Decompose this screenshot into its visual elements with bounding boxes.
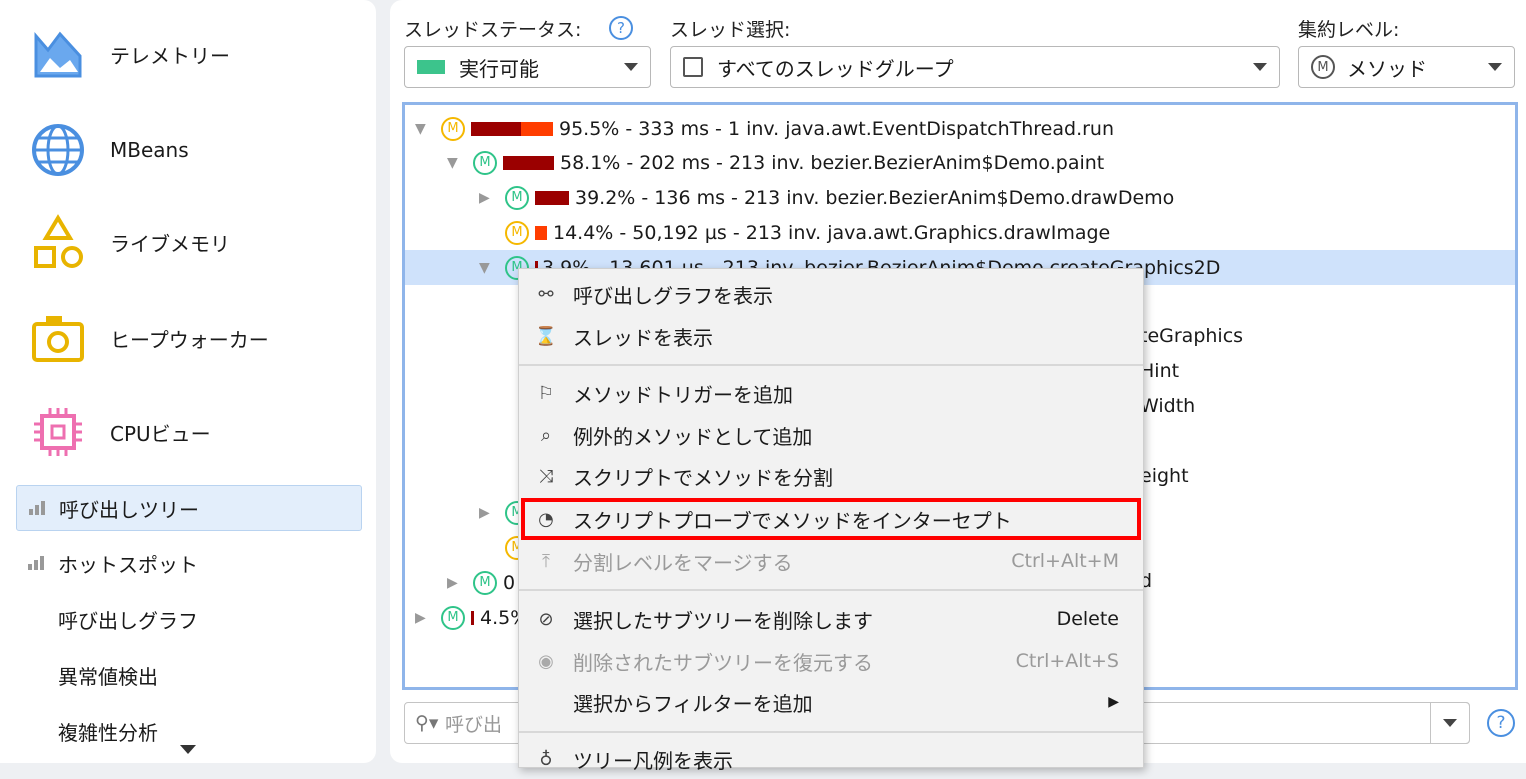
menu-add-exceptional-method[interactable]: ⌕ 例外的メソッドとして追加 (519, 415, 1143, 455)
collapsed-icon[interactable]: ▶ (479, 190, 493, 206)
collapsed-icon[interactable]: ▶ (415, 610, 429, 626)
flag-icon: ⚐ (537, 382, 555, 404)
tree-row[interactable]: ▼ M 95.5% - 333 ms - 1 inv. java.awt.Event… (405, 111, 1515, 146)
tree-row-fragment: Hint (1140, 360, 1180, 382)
method-icon: M (1311, 55, 1335, 79)
bar-chart-icon (29, 501, 45, 515)
search-history-button[interactable] (1430, 702, 1470, 744)
merge-icon: ⤒ (542, 550, 550, 572)
tree-row-fragment: teGraphics (1140, 325, 1244, 347)
status-color-swatch (417, 60, 445, 74)
method-icon: M (473, 150, 497, 175)
thread-group-icon (683, 57, 703, 77)
method-icon: M (473, 570, 497, 595)
collapsed-icon[interactable]: ▶ (479, 505, 493, 521)
expanded-icon[interactable]: ▼ (479, 260, 493, 276)
thread-status-select[interactable]: 実行可能 (404, 46, 651, 88)
sub-hot-spots[interactable]: ホットスポット (16, 540, 362, 586)
sidebar: テレメトリー MBeans ライブメモリ ヒープウォーカー CPUビュー 呼び出… (0, 0, 376, 763)
menu-remove-subtree[interactable]: ⊘ 選択したサブツリーを削除します Delete (519, 599, 1143, 639)
collapsed-icon[interactable]: ▶ (447, 575, 461, 591)
menu-intercept-script-probe[interactable]: ◔ スクリプトプローブでメソッドをインターセプト (521, 498, 1141, 540)
help-icon[interactable]: ? (1487, 709, 1515, 737)
menu-show-tree-legend[interactable]: ♁ ツリー凡例を表示 (519, 739, 1143, 779)
nav-cpu-views[interactable]: CPUビュー (30, 404, 211, 460)
tree-row-fragment: eight (1140, 465, 1189, 487)
method-icon: M (441, 116, 465, 141)
shapes-icon (34, 214, 83, 268)
nav-telemetry[interactable]: テレメトリー (30, 26, 230, 82)
menu-show-call-graph[interactable]: ⚯ 呼び出しグラフを表示 (519, 274, 1143, 314)
thread-selection-select[interactable]: すべてのスレッドグループ (670, 46, 1280, 88)
nav-mbeans[interactable]: MBeans (30, 122, 189, 178)
menu-split-method-script[interactable]: ⤨ スクリプトでメソッドを分割 (519, 456, 1143, 496)
menu-add-method-trigger[interactable]: ⚐ メソッドトリガーを追加 (519, 373, 1143, 413)
tree-row[interactable]: M 14.4% - 50,192 µs - 213 inv. java.awt.G… (405, 215, 1515, 250)
expanded-icon[interactable]: ▼ (447, 155, 461, 171)
chevron-down-icon (1488, 63, 1502, 71)
camera-icon (32, 316, 84, 362)
method-icon: M (441, 605, 465, 630)
thread-spool-icon: ⌛ (534, 325, 558, 347)
legend-icon: ♁ (539, 748, 553, 770)
search-icon: ⚲▾ (415, 712, 439, 734)
eye-icon: ◉ (538, 650, 554, 672)
sub-outlier-detection[interactable]: 異常値検出 (16, 652, 362, 698)
chip-icon (34, 408, 82, 456)
aggregation-select[interactable]: M メソッド (1298, 46, 1515, 88)
split-icon: ⤨ (538, 465, 554, 487)
chevron-down-icon (1253, 63, 1267, 71)
gauge-icon: ◔ (538, 508, 554, 530)
menu-merge-split-levels[interactable]: ⤒ 分割レベルをマージする Ctrl+Alt+M (519, 541, 1143, 581)
chevron-down-icon (624, 63, 638, 71)
tree-row[interactable]: ▼ M 58.1% - 202 ms - 213 inv. bezier.Bezie… (405, 145, 1515, 180)
help-icon[interactable]: ? (609, 16, 633, 40)
focus-search-icon: ⌕ (540, 424, 552, 446)
menu-restore-subtrees[interactable]: ◉ 削除されたサブツリーを復元する Ctrl+Alt+S (519, 641, 1143, 681)
eye-off-icon: ⊘ (538, 608, 554, 630)
nav-live-memory[interactable]: ライブメモリ (30, 214, 230, 270)
sub-call-graph[interactable]: 呼び出しグラフ (16, 596, 362, 642)
context-menu: ⚯ 呼び出しグラフを表示 ⌛ スレッドを表示 ⚐ メソッドトリガーを追加 ⌕ 例外的メソ… (518, 268, 1144, 773)
graph-icon: ⚯ (538, 283, 554, 305)
scroll-down-icon[interactable] (180, 745, 196, 754)
tree-row-fragment: Width (1140, 395, 1196, 417)
chevron-down-icon (1443, 719, 1457, 727)
method-icon: M (505, 185, 529, 210)
submenu-arrow-icon: ▶ (1108, 694, 1119, 710)
telemetry-icon (34, 31, 82, 78)
thread-selection-label: スレッド選択: (670, 19, 791, 41)
method-icon: M (505, 220, 529, 245)
sub-call-tree[interactable]: 呼び出しツリー (16, 485, 362, 531)
expanded-icon[interactable]: ▼ (415, 121, 429, 137)
menu-show-thread[interactable]: ⌛ スレッドを表示 (519, 316, 1143, 356)
globe-icon (32, 124, 84, 176)
tree-row[interactable]: ▶ M 39.2% - 136 ms - 213 inv. bezier.Bezie… (405, 180, 1515, 215)
bar-chart-icon (28, 556, 44, 570)
thread-status-label: スレッドステータス: (404, 19, 582, 41)
nav-heap-walker[interactable]: ヒープウォーカー (30, 310, 269, 366)
aggregation-label: 集約レベル: (1298, 19, 1400, 41)
menu-add-filter-from-selection[interactable]: 選択からフィルターを追加 ▶ (519, 682, 1143, 722)
